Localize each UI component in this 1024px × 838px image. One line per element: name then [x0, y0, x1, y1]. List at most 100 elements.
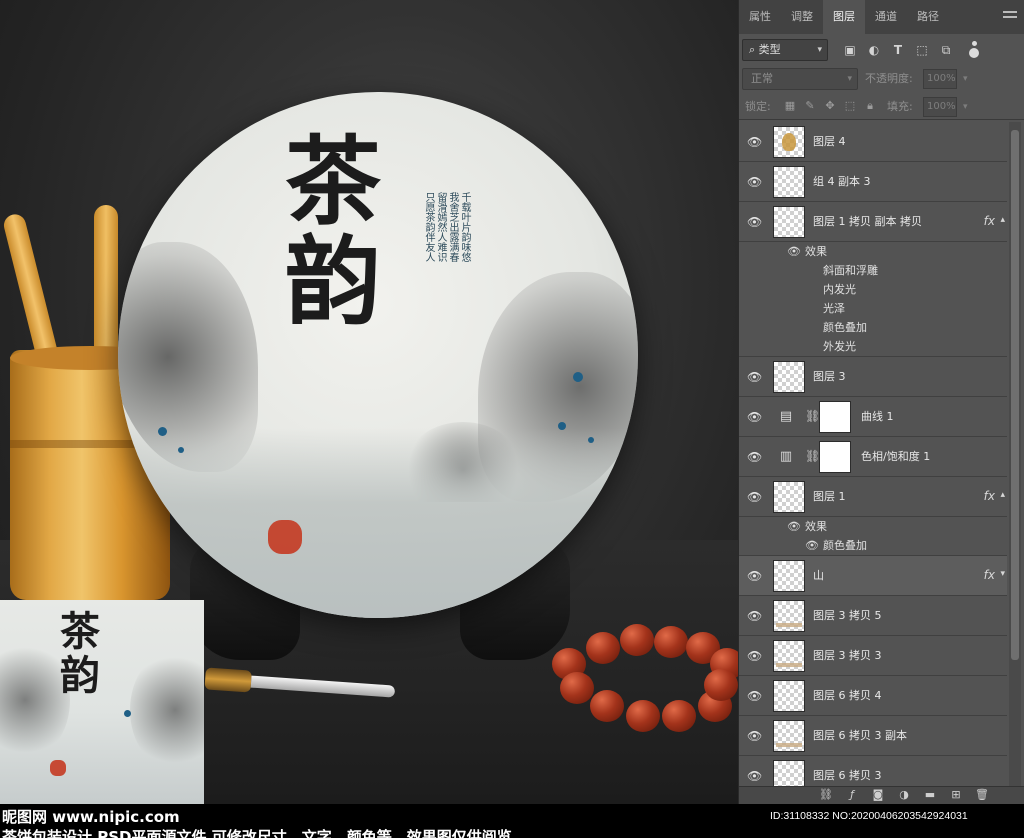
eye-icon[interactable]: 👁︎ [747, 729, 762, 743]
poem-line-3: 留滑嫣然人难识 [435, 192, 446, 262]
filter-toggle[interactable] [969, 48, 979, 58]
eye-icon[interactable]: 👁︎ [787, 517, 801, 536]
layer-row[interactable]: 👁︎ 图层 1 拷贝 副本 拷贝 fx ▴ [739, 202, 1007, 242]
effects-header[interactable]: 👁︎ 效果 [739, 517, 1007, 536]
watermark-id: ID:31108332 NO:20200406203542924031 [770, 810, 968, 822]
eye-icon[interactable]: 👁︎ [805, 536, 819, 555]
red-seal [268, 520, 302, 554]
eye-icon[interactable]: 👁︎ [747, 769, 762, 783]
eye-icon[interactable]: 👁︎ [787, 242, 801, 261]
eye-icon[interactable]: 👁︎ [747, 569, 762, 583]
layer-thumbnail [773, 680, 805, 712]
eye-icon[interactable]: 👁︎ [747, 215, 762, 229]
layer-mask-thumbnail[interactable] [819, 441, 851, 473]
effect-item[interactable]: 内发光 [739, 280, 1007, 299]
effect-item[interactable]: 外发光 [739, 337, 1007, 356]
add-mask-icon[interactable]: ◙ [871, 788, 885, 802]
filter-type-icon[interactable]: T [891, 43, 905, 57]
layer-row[interactable]: 👁︎ 图层 6 拷贝 3 [739, 756, 1007, 786]
layer-row[interactable]: 👁︎ 图层 1 fx ▴ [739, 477, 1007, 517]
tea-pick-blade [250, 675, 396, 698]
layer-row[interactable]: 👁︎ 图层 3 拷贝 3 [739, 636, 1007, 676]
eye-icon[interactable]: 👁︎ [747, 490, 762, 504]
effect-item[interactable]: 颜色叠加 [739, 318, 1007, 337]
panel-menu-icon[interactable] [1003, 11, 1017, 23]
opacity-input[interactable]: 100% [923, 69, 957, 89]
tab-paths[interactable]: 路径 [907, 0, 949, 34]
layer-row[interactable]: 👁︎ 图层 3 拷贝 5 [739, 596, 1007, 636]
layer-row[interactable]: 👁︎ 图层 6 拷贝 4 [739, 676, 1007, 716]
effect-item[interactable]: 👁︎ 颜色叠加 [739, 536, 1007, 555]
ink-dot [588, 437, 594, 443]
filter-smart-object-icon[interactable]: ⧉ [939, 43, 953, 57]
effect-item[interactable]: 光泽 [739, 299, 1007, 318]
tab-properties[interactable]: 属性 [739, 0, 781, 34]
effects-label: 效果 [805, 245, 827, 258]
filter-shape-icon[interactable]: ⬚ [915, 43, 929, 57]
lock-position-icon[interactable]: ✥ [823, 99, 837, 113]
effects-header[interactable]: 👁︎ 效果 [739, 242, 1007, 261]
lock-artboard-icon[interactable]: ⬚ [843, 99, 857, 113]
new-group-icon[interactable]: ▬ [923, 788, 937, 802]
layer-row[interactable]: 👁︎ 图层 4 [739, 122, 1007, 162]
layer-row[interactable]: 👁︎ ▥ ⛓︎ 色相/饱和度 1 [739, 437, 1007, 477]
fx-icon[interactable]: fx [984, 568, 995, 582]
effects-label: 效果 [805, 520, 827, 533]
layer-row-selected[interactable]: 👁︎ 山 fx ▾ [739, 556, 1007, 596]
layer-effects-list: 👁︎ 效果 斜面和浮雕 内发光 光泽 颜色叠加 外发光 [739, 242, 1007, 357]
filter-adjustment-icon[interactable]: ◐ [867, 43, 881, 57]
layer-filter-select[interactable]: ⌕ 类型 ▾ [742, 39, 828, 61]
new-adjustment-icon[interactable]: ◑ [897, 788, 911, 802]
fx-icon[interactable]: fx [984, 214, 995, 228]
layer-row[interactable]: 👁︎ 组 4 副本 3 [739, 162, 1007, 202]
chevron-up-icon[interactable]: ▴ [1000, 490, 1005, 500]
tab-adjustments[interactable]: 调整 [781, 0, 823, 34]
tab-layers[interactable]: 图层 [823, 0, 865, 34]
layer-mask-thumbnail[interactable] [819, 401, 851, 433]
bead [560, 672, 594, 704]
lock-all-icon[interactable]: 🔒︎ [863, 99, 877, 113]
link-icon[interactable]: ⛓︎ [805, 409, 820, 423]
fill-input[interactable]: 100% [923, 97, 957, 117]
eye-icon[interactable]: 👁︎ [747, 689, 762, 703]
scrollbar-thumb[interactable] [1011, 130, 1019, 660]
trash-icon[interactable]: 🗑︎ [975, 788, 989, 802]
layer-list-scrollbar[interactable] [1009, 122, 1021, 786]
layer-thumbnail [773, 126, 805, 158]
layer-name: 图层 3 拷贝 5 [813, 609, 882, 622]
chevron-down-icon[interactable]: ▾ [963, 102, 968, 112]
layer-row[interactable]: 👁︎ ▤ ⛓︎ 曲线 1 [739, 397, 1007, 437]
eye-icon[interactable]: 👁︎ [747, 370, 762, 384]
lock-brush-icon[interactable]: ✎ [803, 99, 817, 113]
eye-icon[interactable]: 👁︎ [747, 135, 762, 149]
chevron-up-icon[interactable]: ▴ [1000, 215, 1005, 225]
document-canvas[interactable]: 茶韵 千载叶片韵味悠 我舍芝出露满春 留滑嫣然人难识 只愿茶韵伴友人 茶韵 [0, 0, 738, 804]
layer-name: 图层 1 [813, 490, 846, 503]
chevron-down-icon[interactable]: ▾ [963, 74, 968, 84]
blend-mode-select[interactable]: 正常 ▾ [742, 68, 858, 90]
eye-icon[interactable]: 👁︎ [747, 410, 762, 424]
layer-row[interactable]: 👁︎ 图层 6 拷贝 3 副本 [739, 716, 1007, 756]
eye-icon[interactable]: 👁︎ [747, 450, 762, 464]
new-layer-icon[interactable]: ⊞ [949, 788, 963, 802]
artwork-title: 茶韵 [285, 125, 381, 338]
fx-icon[interactable]: fx [984, 489, 995, 503]
lock-transparent-icon[interactable]: ▦ [783, 99, 797, 113]
tab-channels[interactable]: 通道 [865, 0, 907, 34]
ink-dot [178, 447, 184, 453]
eye-icon[interactable]: 👁︎ [747, 609, 762, 623]
add-style-icon[interactable]: ƒ [845, 788, 859, 802]
link-layers-icon[interactable]: ⛓︎ [819, 788, 833, 802]
effect-name: 颜色叠加 [823, 321, 867, 334]
effect-item[interactable]: 斜面和浮雕 [739, 261, 1007, 280]
poem-line-2: 我舍芝出露满春 [447, 192, 458, 262]
filter-pixel-icon[interactable]: ▣ [843, 43, 857, 57]
layer-filter-label: 类型 [758, 43, 781, 56]
chevron-down-icon[interactable]: ▾ [1000, 569, 1005, 579]
search-icon: ⌕ [749, 43, 756, 56]
layer-name: 图层 6 拷贝 3 [813, 769, 882, 782]
layer-row[interactable]: 👁︎ 图层 3 [739, 357, 1007, 397]
eye-icon[interactable]: 👁︎ [747, 175, 762, 189]
link-icon[interactable]: ⛓︎ [805, 449, 820, 463]
eye-icon[interactable]: 👁︎ [747, 649, 762, 663]
